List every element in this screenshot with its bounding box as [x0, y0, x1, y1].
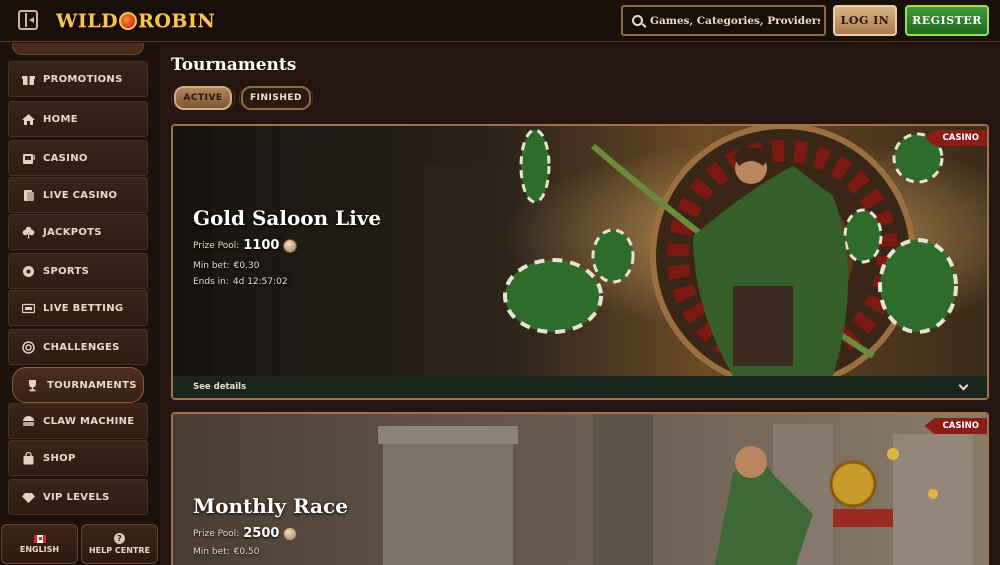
- clover-icon: [21, 225, 35, 239]
- cards-icon: [21, 188, 35, 202]
- sidebar-item-challenges[interactable]: CHALLENGES: [8, 329, 148, 365]
- min-bet-row: Min bet: €0.30: [193, 261, 259, 271]
- bag-icon: [21, 451, 35, 465]
- page-title: Tournaments: [171, 55, 297, 75]
- logo-text-wild: WILD: [56, 10, 119, 32]
- sidebar-item-vip-levels[interactable]: VIP LEVELS: [8, 479, 148, 515]
- sidebar-item-label: CASINO: [43, 152, 88, 164]
- sidebar-item-promotions[interactable]: PROMOTIONS: [8, 61, 148, 97]
- sidebar-item-label: SPORTS: [43, 265, 90, 277]
- language-button[interactable]: ENGLISH: [1, 524, 78, 564]
- sidebar: PROMOTIONS HOME CASINO LIVE CASINO JACKP…: [0, 43, 160, 565]
- tournament-banner-image: [173, 414, 987, 565]
- chevron-down-icon: [958, 380, 969, 390]
- sidebar-item-label: VIP LEVELS: [43, 491, 110, 503]
- register-button[interactable]: REGISTER: [905, 5, 989, 36]
- sidebar-item-label: JACKPOTS: [43, 226, 102, 238]
- search-input[interactable]: [650, 14, 820, 27]
- sidebar-item-shop[interactable]: SHOP: [8, 440, 148, 476]
- top-bar: WILD ROBIN LOG IN REGISTER: [0, 0, 1000, 42]
- sidebar-scrolled-item[interactable]: [12, 43, 144, 55]
- sidebar-item-claw-machine[interactable]: CLAW MACHINE: [8, 403, 148, 439]
- see-details-label: See details: [193, 382, 247, 392]
- claw-icon: [21, 414, 35, 428]
- search-icon: [632, 15, 643, 26]
- min-bet-label: Min bet:: [193, 547, 230, 557]
- category-badge: CASINO: [924, 418, 987, 434]
- ends-in-row: Ends in: 4d 12:57:02: [193, 277, 288, 287]
- language-label: ENGLISH: [19, 544, 60, 554]
- sidebar-item-label: LIVE CASINO: [43, 189, 118, 201]
- sidebar-item-live-betting[interactable]: LIVE BETTING: [8, 290, 148, 326]
- sidebar-item-tournaments[interactable]: TOURNAMENTS: [12, 367, 144, 403]
- sidebar-item-label: TOURNAMENTS: [47, 379, 137, 391]
- sidebar-item-sports[interactable]: SPORTS: [8, 253, 148, 289]
- canada-flag-icon: [33, 534, 46, 543]
- slot-machine-icon: [21, 151, 35, 165]
- logo[interactable]: WILD ROBIN: [56, 8, 215, 34]
- prize-pool-label: Prize Pool:: [193, 528, 240, 539]
- min-bet-label: Min bet:: [193, 261, 230, 271]
- prize-pool-row: Prize Pool: 1100: [193, 238, 298, 253]
- diamond-icon: [21, 490, 35, 504]
- sidebar-item-label: LIVE BETTING: [43, 302, 124, 314]
- sidebar-item-label: PROMOTIONS: [43, 73, 123, 85]
- help-icon: ?: [114, 533, 125, 544]
- gift-icon: [21, 72, 35, 86]
- min-bet-value: €0.30: [233, 261, 260, 271]
- help-centre-button[interactable]: ? HELP CENTRE: [81, 524, 158, 564]
- tab-finished[interactable]: FINISHED: [241, 86, 311, 110]
- prize-pool-label: Prize Pool:: [193, 240, 240, 251]
- tournament-banner-image: [173, 126, 987, 398]
- sidebar-item-live-casino[interactable]: LIVE CASINO: [8, 177, 148, 213]
- target-icon: [21, 340, 35, 354]
- sidebar-item-label: CLAW MACHINE: [43, 415, 135, 427]
- tab-active[interactable]: ACTIVE: [174, 86, 232, 110]
- prize-pool-value: 2500: [243, 526, 280, 541]
- sidebar-item-label: HOME: [43, 113, 78, 125]
- tournament-title: Monthly Race: [193, 494, 348, 518]
- sidebar-item-label: SHOP: [43, 452, 76, 464]
- tournament-title: Gold Saloon Live: [193, 206, 382, 230]
- sidebar-item-casino[interactable]: CASINO: [8, 140, 148, 176]
- prize-pool-value: 1100: [243, 238, 280, 253]
- prize-pool-row: Prize Pool: 2500: [193, 526, 298, 541]
- sidebar-item-home[interactable]: HOME: [8, 101, 148, 137]
- tournament-card[interactable]: CASINO Monthly Race Prize Pool: 2500 Min…: [171, 412, 989, 565]
- logo-emblem-icon: [119, 12, 138, 30]
- ends-in-value: 4d 12:57:02: [232, 277, 288, 287]
- min-bet-row: Min bet: €0.50: [193, 547, 259, 557]
- sidebar-footer: ENGLISH ? HELP CENTRE: [0, 522, 160, 565]
- login-button[interactable]: LOG IN: [833, 5, 897, 36]
- trophy-icon: [25, 378, 39, 392]
- ends-in-label: Ends in:: [193, 277, 229, 287]
- logo-text-robin: ROBIN: [138, 10, 216, 32]
- live-icon: [21, 301, 35, 315]
- coin-icon: [283, 238, 298, 253]
- see-details-bar[interactable]: See details: [173, 376, 987, 398]
- min-bet-value: €0.50: [233, 547, 260, 557]
- coin-icon: [283, 526, 298, 541]
- tournament-card[interactable]: CASINO Gold Saloon Live Prize Pool: 1100…: [171, 124, 989, 400]
- sidebar-toggle-icon[interactable]: [18, 10, 38, 30]
- category-badge: CASINO: [924, 130, 987, 146]
- sidebar-item-label: CHALLENGES: [43, 341, 120, 353]
- home-icon: [21, 112, 35, 126]
- help-label: HELP CENTRE: [88, 546, 151, 555]
- ball-icon: [21, 264, 35, 278]
- sidebar-item-jackpots[interactable]: JACKPOTS: [8, 214, 148, 250]
- search-bar[interactable]: [621, 5, 826, 36]
